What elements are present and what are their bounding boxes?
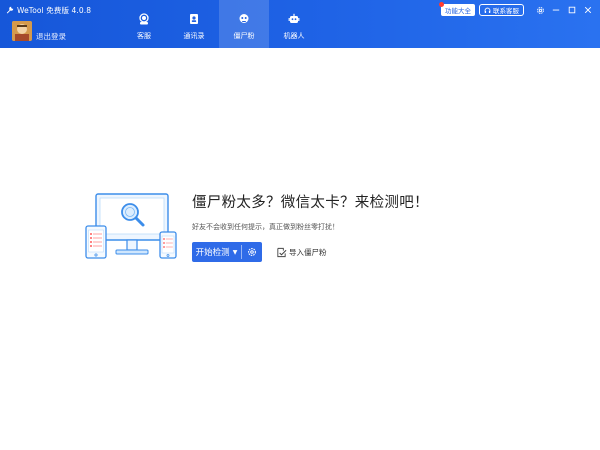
tab-label: 僵尸粉 bbox=[233, 32, 255, 40]
device-scan-illustration bbox=[85, 193, 177, 259]
notification-dot bbox=[439, 2, 444, 7]
close-icon bbox=[584, 6, 592, 14]
logout-link[interactable]: 退出登录 bbox=[36, 31, 66, 42]
detection-settings-button[interactable] bbox=[242, 242, 262, 262]
headset-icon bbox=[484, 7, 491, 13]
settings-button[interactable] bbox=[532, 2, 548, 18]
minimize-icon bbox=[552, 9, 560, 11]
gear-icon bbox=[536, 6, 544, 14]
tab-robot[interactable]: 机器人 bbox=[269, 0, 319, 48]
zombie-icon bbox=[239, 14, 249, 23]
header-actions: 功能大全 联系客服 bbox=[439, 0, 600, 20]
caret-down-icon: ▼ bbox=[232, 248, 238, 256]
title-bar: WeTool 免费版 4.0.8 退出登录 客服 通讯录 僵尸粉 机器人 功能大… bbox=[0, 0, 600, 48]
minimize-button[interactable] bbox=[548, 2, 564, 18]
contact-support-button[interactable]: 联系客服 bbox=[479, 4, 524, 16]
contacts-icon bbox=[190, 14, 198, 24]
start-detection-label: 开始检测 bbox=[195, 248, 230, 258]
gear-icon bbox=[248, 248, 256, 256]
app-window: WeTool 免费版 4.0.8 退出登录 客服 通讯录 僵尸粉 机器人 功能大… bbox=[0, 0, 600, 450]
page-subtitle: 好友不会收到任何提示，真正做到粉丝零打扰！ bbox=[192, 223, 339, 231]
contact-support-label: 联系客服 bbox=[493, 7, 519, 15]
tab-customer-service[interactable]: 客服 bbox=[119, 0, 169, 48]
tab-label: 通讯录 bbox=[183, 32, 205, 40]
start-detection-button[interactable]: 开始检测 ▼ bbox=[192, 242, 241, 262]
tab-contacts[interactable]: 通讯录 bbox=[169, 0, 219, 48]
avatar[interactable] bbox=[12, 21, 32, 41]
features-button[interactable]: 功能大全 bbox=[439, 2, 475, 16]
app-title-text: WeTool 免费版 4.0.8 bbox=[17, 5, 92, 15]
tab-label: 客服 bbox=[137, 32, 151, 40]
close-button[interactable] bbox=[580, 2, 596, 18]
features-button-label: 功能大全 bbox=[445, 7, 471, 15]
import-label: 导入僵尸粉 bbox=[289, 247, 327, 257]
app-title: WeTool 免费版 4.0.8 bbox=[6, 4, 91, 16]
maximize-button[interactable] bbox=[564, 2, 580, 18]
customer-service-icon bbox=[139, 13, 149, 25]
tab-zombie-fans[interactable]: 僵尸粉 bbox=[219, 0, 269, 48]
page-title: 僵尸粉太多？微信太卡？来检测吧！ bbox=[192, 195, 429, 211]
maximize-icon bbox=[568, 6, 576, 14]
import-zombie-fans-link[interactable]: 导入僵尸粉 bbox=[276, 245, 327, 259]
robot-icon bbox=[288, 13, 300, 23]
avatar-image bbox=[12, 21, 32, 41]
wrench-icon bbox=[6, 6, 14, 14]
import-file-icon bbox=[277, 247, 287, 257]
main-nav: 客服 通讯录 僵尸粉 机器人 bbox=[119, 0, 319, 48]
start-detection-button-group: 开始检测 ▼ bbox=[192, 242, 262, 262]
tab-label: 机器人 bbox=[283, 32, 305, 40]
